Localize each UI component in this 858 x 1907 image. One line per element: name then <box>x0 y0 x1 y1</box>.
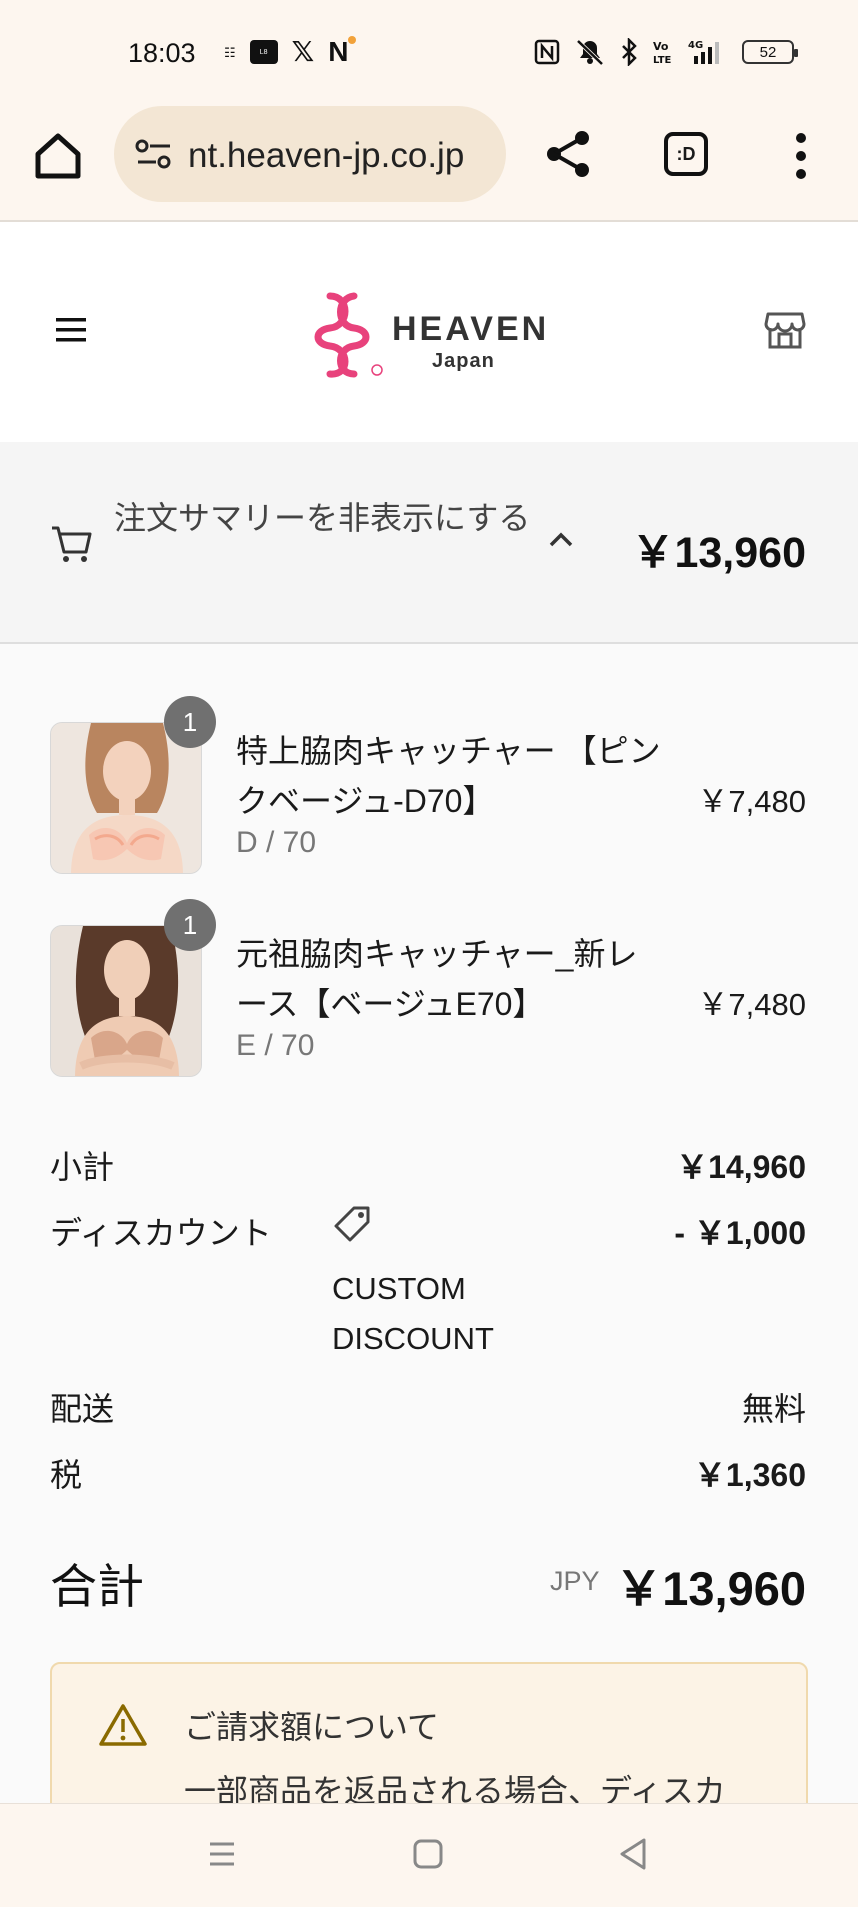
item-name: 特上脇肉キャッチャー 【ピンクベージュ-D70】 <box>236 733 661 819</box>
status-time: 18:03 <box>128 38 196 68</box>
status-bar: 18:03 ☷ L8 𝕏 N Vo LTE 4G 52 <box>0 0 858 106</box>
menu-icon[interactable] <box>56 318 86 342</box>
brand-name: HEAVEN <box>392 310 550 348</box>
warning-icon <box>99 1704 147 1746</box>
cart-icon <box>52 526 92 562</box>
tab-switcher-button[interactable]: :D <box>664 132 708 176</box>
line-item: 1 元祖脇肉キャッチャー_新レース【ベージュE70】 E / 70 ￥7,480 <box>0 899 858 1085</box>
system-nav-bar <box>0 1803 858 1907</box>
signal-4g-icon: 4G <box>688 40 719 64</box>
notice-title: ご請求額について <box>184 1709 440 1745</box>
subtotal-label: 小計 <box>50 1149 115 1185</box>
subtotal-value: ￥14,960 <box>676 1149 806 1185</box>
recents-icon[interactable] <box>200 1834 244 1874</box>
brand-mark-icon <box>314 292 383 378</box>
shipping-label: 配送 <box>50 1391 115 1427</box>
volte-icon: Vo LTE <box>653 40 672 66</box>
mute-icon <box>576 39 604 66</box>
share-icon[interactable] <box>542 128 594 180</box>
item-variant: D / 70 <box>236 826 317 859</box>
x-icon: 𝕏 <box>291 36 315 67</box>
summary-toggle-label[interactable]: 注文サマリーを非表示にする <box>114 492 534 544</box>
item-price: ￥7,480 <box>697 784 806 819</box>
grand-total-value: ￥13,960 <box>615 1562 806 1615</box>
discount-label: ディスカウント <box>50 1215 272 1251</box>
address-bar[interactable]: nt.heaven-jp.co.jp <box>114 106 506 202</box>
site-settings-icon[interactable] <box>134 138 174 170</box>
back-icon[interactable] <box>612 1834 656 1874</box>
more-menu-icon[interactable] <box>786 132 816 180</box>
lemon8-icon: L8 <box>249 40 278 64</box>
brand-logo[interactable]: HEAVEN Japan <box>310 286 550 382</box>
browser-toolbar: nt.heaven-jp.co.jp :D <box>0 106 858 222</box>
shipping-value: 無料 <box>741 1391 806 1427</box>
n-icon: N <box>328 36 357 67</box>
discount-code: CUSTOM DISCOUNT <box>332 1271 494 1356</box>
nfc-icon <box>534 39 560 65</box>
store-icon[interactable] <box>764 310 806 350</box>
temu-icon: ☷ <box>224 44 236 60</box>
brand-sub: Japan <box>432 350 495 372</box>
tax-label: 税 <box>50 1457 83 1493</box>
bluetooth-icon <box>622 38 637 66</box>
quantity-badge: 1 <box>164 899 216 951</box>
svg-text:LTE: LTE <box>653 55 672 66</box>
quantity-badge: 1 <box>164 696 216 748</box>
tax-value: ￥1,360 <box>693 1457 806 1493</box>
site-header: HEAVEN Japan <box>0 222 858 442</box>
system-icons: Vo LTE 4G 52 <box>534 38 798 66</box>
home-nav-icon[interactable] <box>406 1834 450 1874</box>
grand-total-label: 合計 <box>50 1560 144 1613</box>
order-summary-toggle[interactable]: 注文サマリーを非表示にする ￥13,960 <box>0 442 858 644</box>
item-name: 元祖脇肉キャッチャー_新レース【ベージュE70】 <box>236 936 638 1022</box>
url-text[interactable]: nt.heaven-jp.co.jp <box>188 136 464 176</box>
svg-text:Vo: Vo <box>653 40 669 53</box>
tag-icon <box>334 1206 370 1242</box>
summary-total: ￥13,960 <box>631 529 806 577</box>
item-price: ￥7,480 <box>697 987 806 1022</box>
home-icon[interactable] <box>32 130 84 182</box>
chevron-up-icon[interactable] <box>548 530 574 548</box>
item-variant: E / 70 <box>236 1029 315 1062</box>
battery-indicator: 52 <box>742 40 798 64</box>
grand-total-currency: JPY <box>550 1566 600 1596</box>
line-item: 1 特上脇肉キャッチャー 【ピンクベージュ-D70】 D / 70 ￥7,480 <box>0 696 858 882</box>
notification-icons: ☷ L8 𝕏 N <box>224 36 357 67</box>
svg-text:4G: 4G <box>688 40 703 51</box>
discount-value: - ￥1,000 <box>674 1215 806 1251</box>
